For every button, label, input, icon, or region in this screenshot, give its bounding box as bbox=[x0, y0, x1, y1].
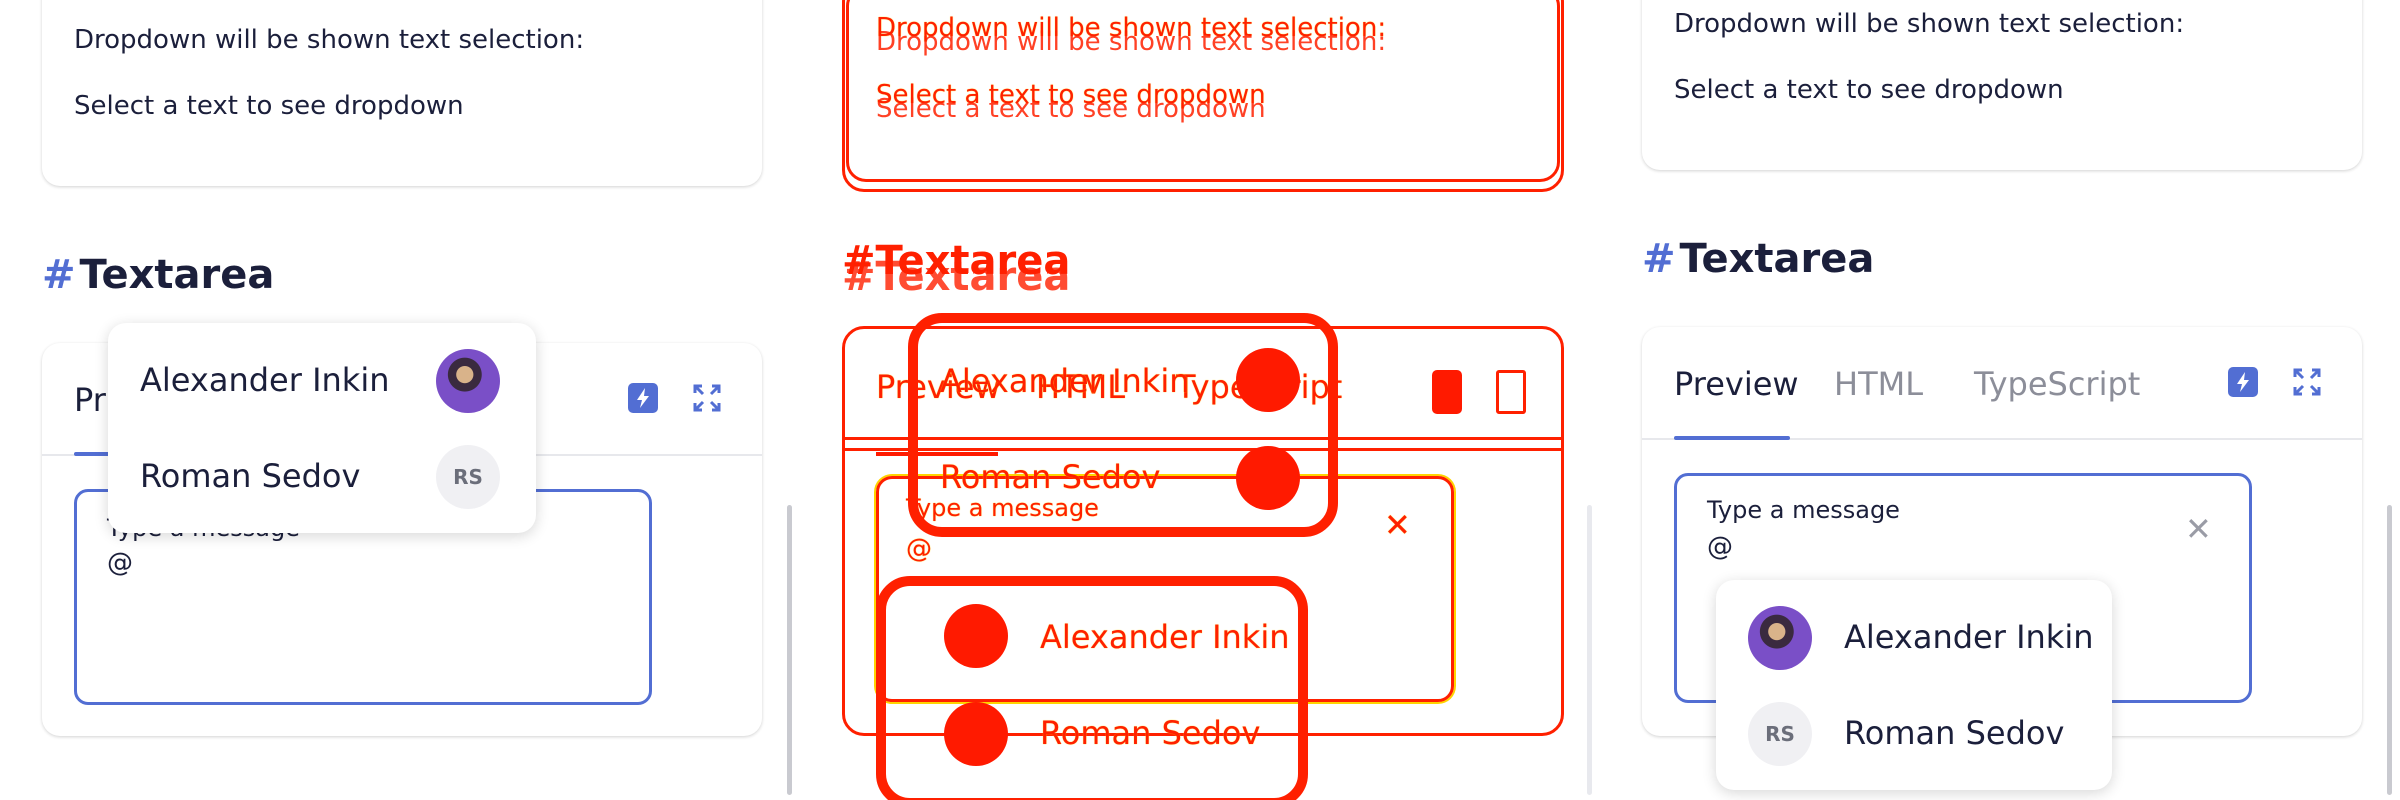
expand-icon[interactable] bbox=[692, 383, 722, 413]
textarea-value: @ bbox=[107, 548, 133, 578]
avatar: RS bbox=[436, 445, 500, 509]
mention-option[interactable]: Alexander Inkin bbox=[1716, 590, 2112, 686]
tab-preview[interactable]: Pr bbox=[74, 381, 106, 419]
close-icon[interactable]: ✕ bbox=[2185, 510, 2212, 548]
avatar bbox=[436, 349, 500, 413]
mention-option[interactable]: RS Roman Sedov bbox=[1716, 686, 2112, 782]
diff-section-title: Textarea bbox=[875, 254, 1071, 300]
section-heading: # Textarea bbox=[1642, 236, 1874, 282]
demo-card: Dropdown will be shown text selection: S… bbox=[1642, 0, 2362, 170]
mention-name: Roman Sedov bbox=[1844, 714, 2065, 752]
active-tab-indicator bbox=[1674, 436, 1790, 440]
avatar: RS bbox=[1748, 702, 1812, 766]
scrollbar[interactable] bbox=[787, 505, 792, 795]
section-title: Textarea bbox=[1679, 236, 1875, 282]
diff-panel: Dropdown will be shown text selection: D… bbox=[800, 0, 1600, 800]
diff-heading-shifted: #Textarea bbox=[842, 254, 1070, 300]
diff-avatar bbox=[944, 702, 1008, 766]
anchor-hash[interactable]: # bbox=[1642, 236, 1676, 282]
diff-avatar bbox=[944, 604, 1008, 668]
diff-text-line2-shifted: Select a text to see dropdown bbox=[876, 94, 1266, 124]
diff-mention-name: Roman Sedov bbox=[1040, 714, 1261, 752]
tab-typescript[interactable]: TypeScript bbox=[1974, 365, 2140, 403]
left-panel: Dropdown will be shown text selection: S… bbox=[0, 0, 800, 800]
textarea-label: Type a message bbox=[1707, 496, 1900, 524]
tab-preview[interactable]: Preview bbox=[1674, 365, 1799, 403]
tab-html[interactable]: HTML bbox=[1834, 365, 1923, 403]
demo-card: Dropdown will be shown text selection: S… bbox=[42, 0, 762, 186]
expand-icon[interactable] bbox=[2292, 367, 2322, 397]
mention-dropdown: Alexander Inkin Roman Sedov RS bbox=[108, 323, 536, 533]
diff-textarea-value: @ bbox=[906, 534, 932, 564]
demo-text-line1: Dropdown will be shown text selection: bbox=[1674, 9, 2185, 39]
avatar bbox=[1748, 606, 1812, 670]
textarea-value: @ bbox=[1707, 532, 1733, 562]
right-panel: Dropdown will be shown text selection: S… bbox=[1600, 0, 2400, 800]
mention-option[interactable]: Alexander Inkin bbox=[108, 333, 536, 429]
section-title: Textarea bbox=[79, 252, 275, 298]
section-heading: # Textarea bbox=[42, 252, 274, 298]
demo-text-line1: Dropdown will be shown text selection: bbox=[74, 25, 585, 55]
tabs-bar: Preview HTML TypeScript bbox=[1642, 327, 2362, 440]
diff-dropdown-lower bbox=[876, 576, 1308, 800]
mention-name: Roman Sedov bbox=[140, 457, 361, 495]
diff-avatar bbox=[1236, 348, 1300, 412]
diff-mention-name: Alexander Inkin bbox=[940, 362, 1190, 400]
diff-bolt-icon bbox=[1432, 370, 1462, 414]
diff-mention-name: Alexander Inkin bbox=[1040, 618, 1290, 656]
diff-clear-icon: ✕ bbox=[1384, 506, 1411, 544]
demo-text-line2: Select a text to see dropdown bbox=[74, 91, 464, 121]
bolt-icon[interactable] bbox=[2228, 367, 2258, 397]
diff-scrollbar bbox=[1587, 505, 1592, 795]
mention-dropdown: Alexander Inkin RS Roman Sedov bbox=[1716, 580, 2112, 790]
scrollbar[interactable] bbox=[2387, 505, 2392, 795]
mention-name: Alexander Inkin bbox=[140, 361, 390, 399]
diff-text-line1-shifted: Dropdown will be shown text selection: bbox=[876, 27, 1387, 57]
diff-mention-name: Roman Sedov bbox=[940, 458, 1161, 496]
bolt-icon[interactable] bbox=[628, 383, 658, 413]
diff-expand-icon bbox=[1496, 370, 1526, 414]
mention-option[interactable]: Roman Sedov RS bbox=[108, 429, 536, 525]
diff-avatar bbox=[1236, 446, 1300, 510]
mention-name: Alexander Inkin bbox=[1844, 618, 2094, 656]
demo-text-line2: Select a text to see dropdown bbox=[1674, 75, 2064, 105]
diff-anchor-hash: # bbox=[842, 254, 876, 300]
anchor-hash[interactable]: # bbox=[42, 252, 76, 298]
